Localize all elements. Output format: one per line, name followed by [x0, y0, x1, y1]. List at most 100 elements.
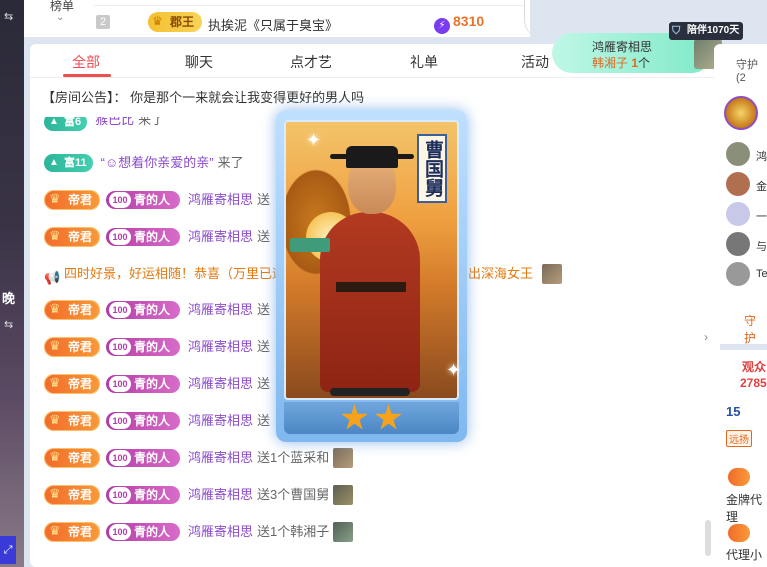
room-notice: 【房间公告】： 你是那个一来就会让我变得更好的男人吗 — [42, 87, 364, 106]
noble-badge: 帝君 — [44, 189, 101, 210]
guard-panel: 守护(2 鸿 金 一 与 Te 守护 — [714, 44, 767, 346]
message-user[interactable]: 鸿雁寄相思 — [188, 410, 253, 432]
audience-list: 15 远扬 金牌代理 代理小 — [714, 396, 767, 567]
avatar[interactable] — [726, 202, 750, 226]
level-tag: 远扬 — [726, 430, 752, 447]
guard-title[interactable]: 守护(2 — [736, 56, 767, 84]
chat-message: 帝君 100青的人 鸿雁寄相思 送 — [44, 189, 270, 211]
avatar[interactable] — [726, 232, 750, 256]
message-action: 送 — [257, 376, 271, 391]
avatar[interactable] — [726, 142, 750, 166]
gift-thumbnail — [333, 485, 354, 505]
chat-message: 富11 “☺想着你亲爱的亲” 来了 — [44, 152, 244, 174]
message-user[interactable]: 猴巴比 — [95, 117, 134, 131]
fan-badge: 100 青的人 — [106, 191, 181, 209]
message-user[interactable]: 鸿雁寄相思 — [188, 373, 253, 395]
tab-chat[interactable]: 聊天 — [185, 52, 213, 72]
scrollbar[interactable] — [705, 520, 711, 556]
sparkle-icon: ✧ — [476, 376, 492, 396]
tab-gifts[interactable]: 礼单 — [410, 52, 438, 72]
message-user[interactable]: 鸿雁寄相思 — [188, 521, 253, 543]
fan-badge: 100 青的人 — [106, 412, 181, 430]
noble-icon — [728, 524, 750, 542]
right-panel: 守护(2 鸿 金 一 与 Te 守护 观众 2785 15 远扬 金牌代理 代理… — [714, 44, 767, 567]
list-item[interactable]: 代理小 — [726, 546, 762, 563]
expand-icon[interactable]: ⤢ — [0, 536, 16, 564]
switch-icon[interactable]: ⇆ — [4, 318, 13, 331]
switch-icon[interactable]: ⇆ — [4, 10, 13, 23]
notify-sender: 鸿雁寄相思 — [592, 40, 653, 54]
fan-badge: 100 青的人 — [106, 523, 181, 541]
chat-message: 帝君 100青的人 鸿雁寄相思 送3个曹国舅 — [44, 484, 354, 506]
rank-number: 2 — [96, 15, 110, 29]
message-user[interactable]: “☺想着你亲爱的亲” — [101, 152, 214, 174]
tab-events[interactable]: 活动 — [521, 52, 549, 72]
wealth-badge: 富6 — [44, 117, 88, 131]
sparkle-icon: ✦ — [306, 130, 322, 150]
guard-link[interactable]: 守护 — [744, 312, 767, 346]
message-user[interactable]: 鸿雁寄相思 — [188, 336, 253, 358]
message-user[interactable]: 鸿雁寄相思 — [188, 447, 253, 469]
list-item[interactable]: 金牌代理 — [726, 491, 767, 525]
message-action: 送 — [257, 192, 271, 207]
message-action: 送3个曹国舅 — [257, 487, 330, 502]
gift-thumbnail — [542, 264, 562, 284]
chat-message: 帝君 100青的人 鸿雁寄相思 送 — [44, 336, 270, 358]
audience-count: 2785 — [740, 376, 767, 390]
gift-thumbnail — [333, 448, 354, 468]
noble-badge: 帝君 — [44, 226, 101, 247]
chevron-right-icon[interactable]: › — [704, 330, 708, 344]
character-hat — [330, 146, 414, 168]
noble-badge: 帝君 — [44, 336, 101, 357]
message-action: 送 — [257, 302, 271, 317]
tab-talent[interactable]: 点才艺 — [290, 52, 332, 72]
left-side-strip: ⇆ 晚 ⇆ ⤢ — [0, 0, 24, 567]
noble-badge: 帝君 — [44, 410, 101, 431]
rank-number: 15 — [726, 404, 741, 419]
fan-badge: 100 青的人 — [106, 228, 181, 246]
rank-badge: 郡王 — [148, 11, 203, 32]
chevron-down-icon[interactable]: ⌄ — [56, 12, 64, 23]
member-name: 金 — [756, 181, 767, 193]
gift-thumbnail — [333, 522, 354, 542]
chat-message: 帝君 100青的人 鸿雁寄相思 送 — [44, 373, 270, 395]
notify-detail: 韩湘子 1个 — [592, 56, 651, 70]
gift-card-title: 曹国舅 — [417, 134, 447, 203]
message-user[interactable]: 鸿雁寄相思 — [188, 226, 253, 248]
active-tab-indicator — [63, 74, 111, 77]
notice-label: 【房间公告】： — [42, 90, 127, 105]
message-action: 来了 — [138, 117, 165, 127]
message-action: 送 — [257, 229, 271, 244]
sparkle-icon: ✦ — [446, 360, 462, 380]
system-text-tail: 出深海女王 — [468, 266, 534, 281]
system-text: 四时好景，好运相随！恭喜（万里已遥 — [64, 266, 286, 281]
rank-score: ⚡ 8310 — [434, 13, 484, 34]
avatar[interactable] — [726, 262, 750, 286]
fan-badge: 100 青的人 — [106, 449, 181, 467]
member-name: 一 — [756, 211, 767, 223]
star-icon — [375, 404, 402, 430]
character-robe — [320, 212, 420, 392]
message-user[interactable]: 鸿雁寄相思 — [188, 299, 253, 321]
character-belt — [336, 282, 406, 292]
star-icon — [341, 404, 368, 430]
message-action: 送 — [257, 413, 271, 428]
avatar[interactable] — [726, 172, 750, 196]
noble-badge: 帝君 — [44, 373, 101, 394]
rank-row-divider — [94, 0, 524, 6]
side-label: 晚 — [2, 291, 16, 306]
message-user[interactable]: 鸿雁寄相思 — [188, 189, 253, 211]
tab-all[interactable]: 全部 — [72, 52, 100, 72]
message-action: 送 — [257, 339, 271, 354]
message-action: 来了 — [217, 155, 244, 170]
notice-text: 你是那个一来就会让我变得更好的男人吗 — [130, 90, 365, 105]
noble-badge: 帝君 — [44, 521, 101, 542]
noble-icon — [728, 468, 750, 486]
message-user[interactable]: 鸿雁寄相思 — [188, 484, 253, 506]
fan-badge: 100 青的人 — [106, 486, 181, 504]
chat-message: 帝君 100青的人 鸿雁寄相思 送1个韩湘子 — [44, 521, 354, 543]
gift-card-popup[interactable]: 曹国舅 ✦ ✦ ✧ — [276, 110, 491, 442]
audience-label[interactable]: 观众 — [742, 358, 766, 375]
noble-badge: 帝君 — [44, 484, 101, 505]
panel-divider — [524, 0, 552, 38]
